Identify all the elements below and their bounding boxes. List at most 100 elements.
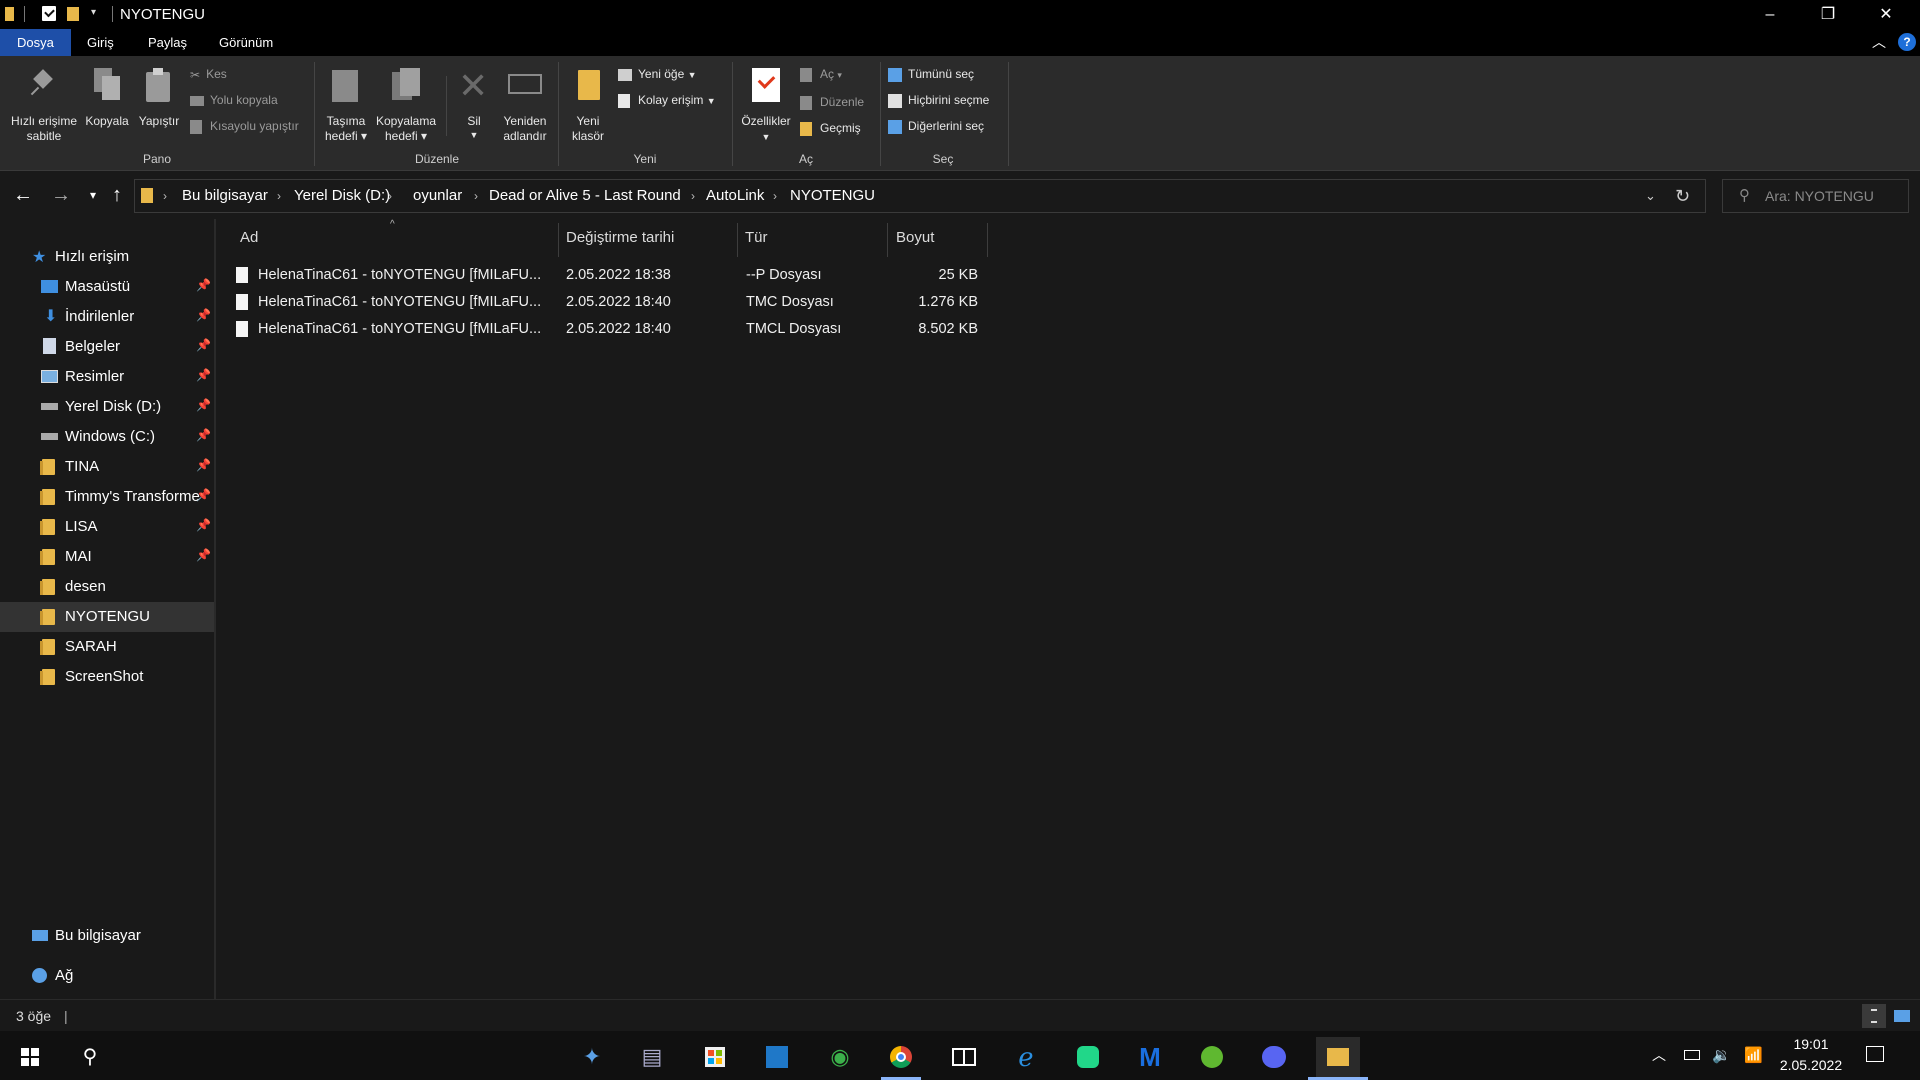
copy-path-button[interactable]: Yolu kopyala <box>190 90 278 110</box>
malwarebytes-icon[interactable]: M <box>1130 1037 1170 1077</box>
crumb-drive-d[interactable]: Yerel Disk (D:) <box>294 180 390 212</box>
details-view-icon[interactable] <box>1862 1004 1886 1028</box>
pin-icon[interactable]: 📌 <box>196 548 211 562</box>
crumb-nyotengu[interactable]: NYOTENGU <box>790 180 875 212</box>
delete-button[interactable]: ✕ Sil ▼ <box>452 62 496 146</box>
edit-button[interactable]: Düzenle <box>800 92 864 112</box>
paste-button[interactable]: Yapıştır <box>134 62 184 146</box>
nav-item[interactable]: TINA 📌 <box>0 452 214 482</box>
column-separator[interactable] <box>987 223 988 257</box>
search-icon[interactable]: ⚲ <box>70 1037 110 1077</box>
restore-button[interactable]: ❐ <box>1799 0 1857 29</box>
crumb-doa5[interactable]: Dead or Alive 5 - Last Round <box>489 180 681 212</box>
clock-time[interactable]: 19:01 <box>1778 1036 1844 1052</box>
new-folder-quick-icon[interactable] <box>66 5 82 23</box>
volume-icon[interactable]: 🔉 <box>1712 1031 1731 1080</box>
edge-browser-icon[interactable]: ℯ <box>1006 1037 1046 1077</box>
tab-gorunum[interactable]: Görünüm <box>207 29 285 56</box>
invert-selection-button[interactable]: Diğerlerini seç <box>888 116 984 136</box>
file-row[interactable]: HelenaTinaC61 - toNYOTENGU [fMILaFU... 2.… <box>236 316 1206 343</box>
cut-button[interactable]: ✂ Kes <box>190 64 227 84</box>
pin-icon[interactable]: 📌 <box>196 488 211 502</box>
game-app-icon[interactable]: ✦ <box>572 1037 612 1077</box>
tray-overflow-chevron-icon[interactable]: ︿ <box>1652 1031 1666 1080</box>
properties-button[interactable]: Özellikler ▼ <box>736 62 796 148</box>
nav-item[interactable]: Masaüstü 📌 <box>0 272 214 302</box>
history-button[interactable]: Geçmiş <box>800 118 861 138</box>
help-icon[interactable]: ? <box>1898 33 1916 51</box>
address-dropdown-icon[interactable]: ⌄ <box>1645 180 1656 212</box>
column-header-type[interactable]: Tür <box>745 219 768 257</box>
nav-item[interactable]: desen <box>0 572 214 602</box>
collapse-ribbon-icon[interactable]: ︿ <box>1872 32 1886 52</box>
microsoft-store-icon[interactable] <box>695 1037 735 1077</box>
file-explorer-icon[interactable] <box>1316 1037 1360 1077</box>
move-to-button[interactable]: Taşıma hedefi ▾ <box>318 62 374 146</box>
pin-icon[interactable]: 📌 <box>196 518 211 532</box>
customize-quick-access-icon[interactable]: ▾ <box>91 7 96 18</box>
file-row[interactable]: HelenaTinaC61 - toNYOTENGU [fMILaFU... 2.… <box>236 289 1206 316</box>
easy-access-button[interactable]: Kolay erişim ▼ <box>618 90 716 110</box>
column-header-date[interactable]: Değiştirme tarihi <box>566 219 674 257</box>
column-separator[interactable] <box>737 223 738 257</box>
pycharm-icon[interactable] <box>1068 1037 1108 1077</box>
paste-shortcut-button[interactable]: Kısayolu yapıştır <box>190 116 299 136</box>
globe-app-icon[interactable]: ◉ <box>820 1037 860 1077</box>
select-none-button[interactable]: Hiçbirini seçme <box>888 90 989 110</box>
reader-app-icon[interactable] <box>944 1037 984 1077</box>
column-header-size[interactable]: Boyut <box>896 219 934 257</box>
nav-item[interactable]: ScreenShot <box>0 662 214 692</box>
pin-icon[interactable]: 📌 <box>196 338 211 352</box>
rename-button[interactable]: Yeniden adlandır <box>498 62 552 146</box>
crumb-oyunlar[interactable]: oyunlar <box>413 180 462 212</box>
forward-arrow-icon[interactable]: → <box>48 181 74 209</box>
copy-button[interactable]: Kopyala <box>82 62 132 146</box>
large-icons-view-icon[interactable] <box>1890 1004 1914 1028</box>
nav-item[interactable]: NYOTENGU <box>0 602 214 632</box>
delete-dropdown-icon[interactable]: ▼ <box>452 128 496 143</box>
pin-icon[interactable]: 📌 <box>196 278 211 292</box>
tab-dosya[interactable]: Dosya <box>0 29 71 56</box>
open-button[interactable]: Aç ▾ <box>800 64 842 84</box>
nav-this-pc[interactable]: Bu bilgisayar <box>0 921 214 951</box>
clock-date[interactable]: 2.05.2022 <box>1778 1057 1844 1073</box>
back-arrow-icon[interactable]: ← <box>10 181 36 209</box>
nav-item[interactable]: Windows (C:) 📌 <box>0 422 214 452</box>
copy-to-button[interactable]: Kopyalama hedefi ▾ <box>374 62 438 146</box>
document-app-icon[interactable]: ▤ <box>632 1037 672 1077</box>
pin-quick-access-button[interactable]: Hızlı erişime sabitle <box>6 62 82 146</box>
column-separator[interactable] <box>887 223 888 257</box>
search-input[interactable]: ⚲ Ara: NYOTENGU <box>1722 179 1909 213</box>
refresh-icon[interactable]: ↻ <box>1675 180 1690 212</box>
new-folder-button[interactable]: Yeni klasör <box>562 62 614 146</box>
nav-item[interactable]: SARAH <box>0 632 214 662</box>
nav-network[interactable]: Ağ <box>0 961 214 991</box>
nav-item[interactable]: LISA 📌 <box>0 512 214 542</box>
minimize-button[interactable]: – <box>1741 0 1799 29</box>
pin-icon[interactable]: 📌 <box>196 428 211 442</box>
utorrent-icon[interactable] <box>1192 1037 1232 1077</box>
download-manager-icon[interactable] <box>757 1037 797 1077</box>
pin-icon[interactable]: 📌 <box>196 398 211 412</box>
pin-icon[interactable]: 📌 <box>196 308 211 322</box>
column-header-name[interactable]: Ad <box>240 219 258 257</box>
windows-start-icon[interactable] <box>10 1037 50 1077</box>
wifi-icon[interactable]: 📶 <box>1744 1031 1763 1080</box>
nav-item[interactable]: Yerel Disk (D:) 📌 <box>0 392 214 422</box>
nav-item[interactable]: MAI 📌 <box>0 542 214 572</box>
crumb-this-pc[interactable]: Bu bilgisayar <box>182 180 268 212</box>
up-arrow-icon[interactable]: ↑ <box>104 181 130 209</box>
chrome-icon[interactable] <box>881 1037 921 1077</box>
new-item-button[interactable]: Yeni öğe ▼ <box>618 64 697 84</box>
crumb-autolink[interactable]: AutoLink <box>706 180 764 212</box>
tab-paylas[interactable]: Paylaş <box>136 29 199 56</box>
pin-icon[interactable]: 📌 <box>196 458 211 472</box>
close-button[interactable]: ✕ <box>1857 0 1915 29</box>
pin-icon[interactable]: 📌 <box>196 368 211 382</box>
recent-locations-icon[interactable]: ▾ <box>80 181 106 209</box>
column-separator[interactable] <box>558 223 559 257</box>
discord-icon[interactable] <box>1254 1037 1294 1077</box>
nav-item[interactable]: ⬇ İndirilenler 📌 <box>0 302 214 332</box>
select-all-button[interactable]: Tümünü seç <box>888 64 974 84</box>
address-bar[interactable]: › Bu bilgisayar › Yerel Disk (D:) › oyun… <box>134 179 1706 213</box>
